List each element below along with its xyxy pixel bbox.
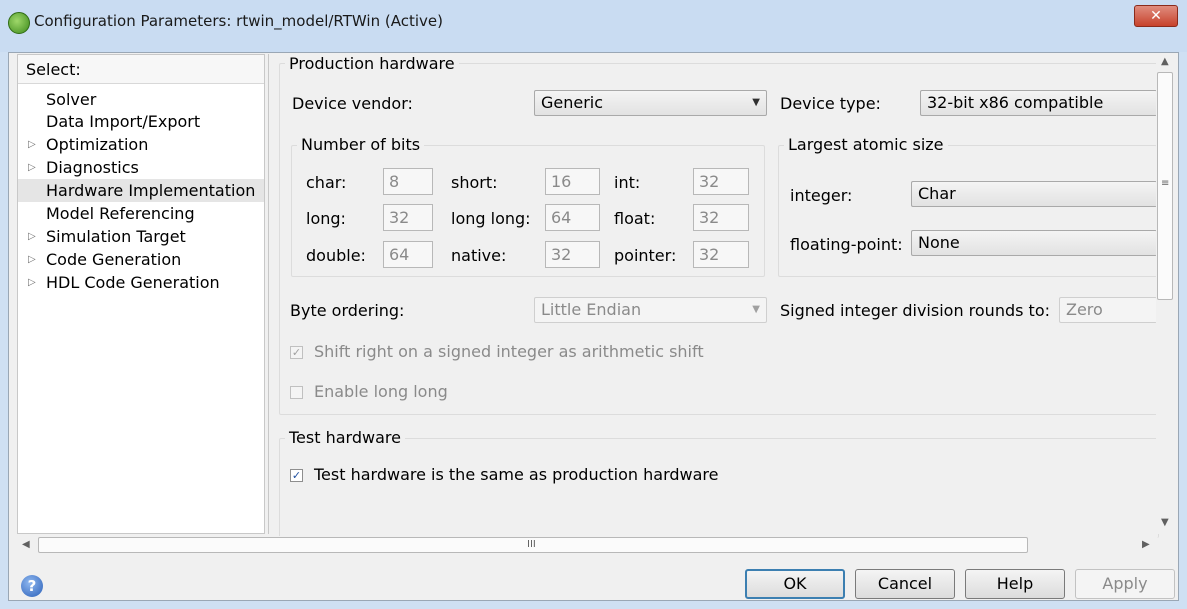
expand-arrow-icon[interactable]: ▷ [28, 248, 36, 271]
signed-division-value: Zero [1066, 300, 1103, 319]
long-long-label: long long: [451, 209, 531, 228]
device-vendor-select[interactable]: Generic ▼ [534, 90, 767, 116]
test-hardware-group [279, 438, 1159, 538]
tree-item-diagnostics[interactable]: ▷ Diagnostics [18, 156, 264, 179]
expand-arrow-icon[interactable]: ▷ [28, 156, 36, 179]
int-label: int: [614, 173, 641, 192]
tree-item-hdl-code-generation[interactable]: ▷ HDL Code Generation [18, 271, 264, 294]
tree-item-label: Optimization [46, 135, 149, 154]
tree-item-model-referencing[interactable]: Model Referencing [18, 202, 264, 225]
tree-item-label: Hardware Implementation [46, 181, 256, 200]
shift-right-checkbox[interactable]: ✓ [290, 346, 303, 359]
atomic-floating-point-select[interactable]: None [911, 230, 1157, 256]
char-label: char: [306, 173, 347, 192]
apply-button[interactable]: Apply [1075, 569, 1175, 599]
long-bits-field[interactable]: 32 [383, 204, 433, 231]
long-long-bits-field[interactable]: 64 [545, 204, 600, 231]
atomic-integer-label: integer: [790, 186, 853, 205]
tree-header-label: Select: [26, 60, 81, 79]
tree-item-label: Diagnostics [46, 158, 139, 177]
enable-long-long-checkbox[interactable] [290, 386, 303, 399]
float-bits-field[interactable]: 32 [693, 204, 749, 231]
byte-ordering-value: Little Endian [541, 300, 642, 319]
tree-item-optimization[interactable]: ▷ Optimization [18, 133, 264, 156]
tree-item-label: Data Import/Export [46, 112, 201, 131]
char-bits-field[interactable]: 8 [383, 168, 433, 195]
cancel-button[interactable]: Cancel [855, 569, 955, 599]
long-label: long: [306, 209, 346, 228]
chevron-down-icon: ▼ [752, 97, 760, 108]
atomic-integer-select[interactable]: Char [911, 181, 1157, 207]
scroll-up-icon[interactable]: ▲ [1161, 56, 1169, 67]
float-label: float: [614, 209, 656, 228]
grip-icon: ≡ [1161, 178, 1170, 189]
tree-item-label: Model Referencing [46, 204, 195, 223]
scroll-left-icon[interactable]: ◀ [22, 539, 30, 550]
enable-long-long-label: Enable long long [314, 382, 448, 401]
tree-item-simulation-target[interactable]: ▷ Simulation Target [18, 225, 264, 248]
close-button[interactable]: ✕ [1134, 5, 1178, 27]
byte-ordering-select[interactable]: Little Endian ▼ [534, 297, 767, 323]
atomic-floating-point-value: None [918, 233, 960, 252]
pointer-bits-field[interactable]: 32 [693, 241, 749, 268]
number-of-bits-legend: Number of bits [297, 135, 425, 154]
grip-icon: III [527, 539, 536, 550]
settings-panel: Production hardware Device vendor: Gener… [268, 54, 1159, 538]
pointer-label: pointer: [614, 246, 677, 265]
help-icon[interactable]: ? [21, 575, 43, 597]
test-hardware-same-label: Test hardware is the same as production … [314, 465, 719, 484]
atomic-floating-point-label: floating-point: [790, 235, 903, 254]
device-type-value: 32-bit x86 compatible [927, 93, 1104, 112]
short-bits-field[interactable]: 16 [545, 168, 600, 195]
signed-division-select[interactable]: Zero [1059, 297, 1157, 323]
expand-arrow-icon[interactable]: ▷ [28, 133, 36, 156]
native-label: native: [451, 246, 507, 265]
tree-item-label: HDL Code Generation [46, 273, 220, 292]
tree-item-label: Simulation Target [46, 227, 186, 246]
category-tree: Select: Solver Data Import/Export ▷ Optim… [17, 54, 265, 534]
device-type-label: Device type: [780, 94, 881, 113]
chevron-down-icon: ▼ [752, 304, 760, 315]
atomic-integer-value: Char [918, 184, 956, 203]
test-hardware-same-checkbox[interactable]: ✓ [290, 469, 303, 482]
largest-atomic-size-legend: Largest atomic size [784, 135, 948, 154]
tree-item-data-import-export[interactable]: Data Import/Export [18, 110, 264, 133]
tree-item-hardware-implementation[interactable]: Hardware Implementation [18, 179, 264, 202]
short-label: short: [451, 173, 498, 192]
int-bits-field[interactable]: 32 [693, 168, 749, 195]
device-vendor-label: Device vendor: [292, 94, 413, 113]
tree-item-label: Solver [46, 90, 97, 109]
double-bits-field[interactable]: 64 [383, 241, 433, 268]
double-label: double: [306, 246, 366, 265]
byte-ordering-label: Byte ordering: [290, 301, 405, 320]
tree-item-solver[interactable]: Solver [18, 88, 264, 111]
expand-arrow-icon[interactable]: ▷ [28, 271, 36, 294]
help-button[interactable]: Help [965, 569, 1065, 599]
expand-arrow-icon[interactable]: ▷ [28, 225, 36, 248]
window-title: Configuration Parameters: rtwin_model/RT… [34, 12, 443, 30]
tree-item-label: Code Generation [46, 250, 182, 269]
largest-atomic-size-group [778, 145, 1157, 277]
device-vendor-value: Generic [541, 93, 604, 112]
device-type-select[interactable]: 32-bit x86 compatible [920, 90, 1157, 116]
test-hardware-legend: Test hardware [285, 428, 405, 447]
scroll-down-icon[interactable]: ▼ [1161, 517, 1169, 528]
app-icon [8, 12, 30, 34]
scroll-right-icon[interactable]: ▶ [1142, 539, 1150, 550]
tree-item-code-generation[interactable]: ▷ Code Generation [18, 248, 264, 271]
tree-header: Select: [18, 55, 264, 84]
ok-button[interactable]: OK [745, 569, 845, 599]
production-hardware-legend: Production hardware [285, 54, 459, 73]
native-bits-field[interactable]: 32 [545, 241, 600, 268]
shift-right-label: Shift right on a signed integer as arith… [314, 342, 704, 361]
signed-division-label: Signed integer division rounds to: [780, 301, 1050, 320]
